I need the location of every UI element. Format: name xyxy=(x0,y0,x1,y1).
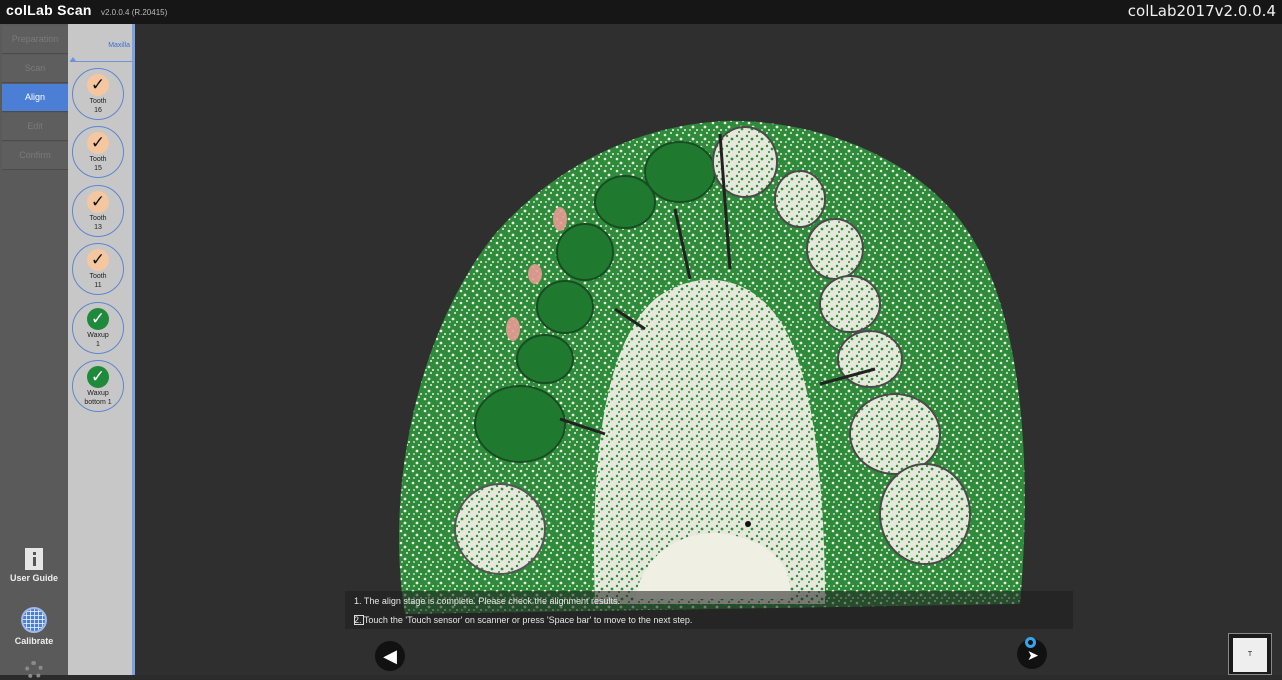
tooth-item-16[interactable]: ✓ Tooth 16 xyxy=(72,68,124,120)
item-label: Waxup xyxy=(87,390,109,397)
check-icon: ✓ xyxy=(87,366,109,388)
step-align[interactable]: Align xyxy=(2,84,68,112)
instruction-overlay: 1. The align stage is complete. Please c… xyxy=(345,591,1073,629)
item-number: 15 xyxy=(94,165,102,172)
step-sidebar: Preparation Scan Align Edit Confirm User… xyxy=(0,24,69,679)
step-edit[interactable]: Edit xyxy=(2,113,68,141)
settings-button[interactable] xyxy=(0,661,68,679)
user-guide-button[interactable]: User Guide xyxy=(0,548,68,583)
dental-model-render xyxy=(399,120,1025,615)
tooth-item-15[interactable]: ✓ Tooth 15 xyxy=(72,126,124,178)
check-icon: ✓ xyxy=(87,74,109,96)
fit-view-icon[interactable] xyxy=(354,615,364,625)
waxup-bottom-item-1[interactable]: ✓ Waxup bottom 1 xyxy=(72,360,124,412)
item-label: Tooth xyxy=(89,98,107,105)
check-icon: ✓ xyxy=(87,191,109,213)
arrow-left-icon: ◀ xyxy=(383,646,397,666)
check-icon: ✓ xyxy=(87,249,109,271)
item-number: 13 xyxy=(94,224,102,231)
app-brand: colLab Scan xyxy=(6,2,92,18)
3d-viewport[interactable] xyxy=(135,24,1282,675)
view-orientation-button[interactable]: T xyxy=(1228,633,1272,675)
step-scan[interactable]: Scan xyxy=(2,55,68,83)
check-icon: ✓ xyxy=(87,132,109,154)
view-top-label: T xyxy=(1233,638,1267,672)
title-bar: colLab Scan v2.0.0.4 (R.20415) colLab201… xyxy=(0,0,1282,24)
next-button[interactable]: ➤ xyxy=(1017,637,1047,669)
check-icon: ✓ xyxy=(87,308,109,330)
item-number: bottom 1 xyxy=(84,399,112,406)
instruction-line-2: 2. Touch the 'Touch sensor' on scanner o… xyxy=(354,615,693,625)
arrow-right-icon: ➤ xyxy=(1027,647,1039,663)
item-label: Tooth xyxy=(89,215,107,222)
item-number: 11 xyxy=(94,282,102,289)
tooth-item-11[interactable]: ✓ Tooth 11 xyxy=(72,243,124,295)
tab-underline xyxy=(70,61,132,62)
step-preparation[interactable]: Preparation xyxy=(2,26,68,54)
back-button[interactable]: ◀ xyxy=(375,641,405,671)
user-guide-icon xyxy=(25,548,43,570)
step-confirm[interactable]: Confirm xyxy=(2,142,68,170)
user-guide-label: User Guide xyxy=(9,573,58,583)
calibrate-button[interactable]: Calibrate xyxy=(0,607,68,646)
item-label: Waxup xyxy=(87,332,109,339)
tab-maxilla[interactable]: Maxilla xyxy=(74,42,130,49)
item-number: 16 xyxy=(94,107,102,114)
calibrate-icon xyxy=(21,607,47,633)
window-title: colLab2017v2.0.0.4 xyxy=(1127,2,1276,20)
app-version: v2.0.0.4 (R.20415) xyxy=(101,8,168,17)
calibrate-label: Calibrate xyxy=(14,636,54,646)
gear-icon xyxy=(25,661,43,679)
item-label: Tooth xyxy=(89,273,107,280)
instruction-line-1: 1. The align stage is complete. Please c… xyxy=(354,596,620,606)
waxup-item-1[interactable]: ✓ Waxup 1 xyxy=(72,302,124,354)
tooth-list-panel: Maxilla ✓ Tooth 16 ✓ Tooth 15 ✓ Tooth 13 ✓ … xyxy=(68,24,132,675)
item-label: Tooth xyxy=(89,156,107,163)
tooth-item-13[interactable]: ✓ Tooth 13 xyxy=(72,185,124,237)
item-number: 1 xyxy=(96,341,100,348)
